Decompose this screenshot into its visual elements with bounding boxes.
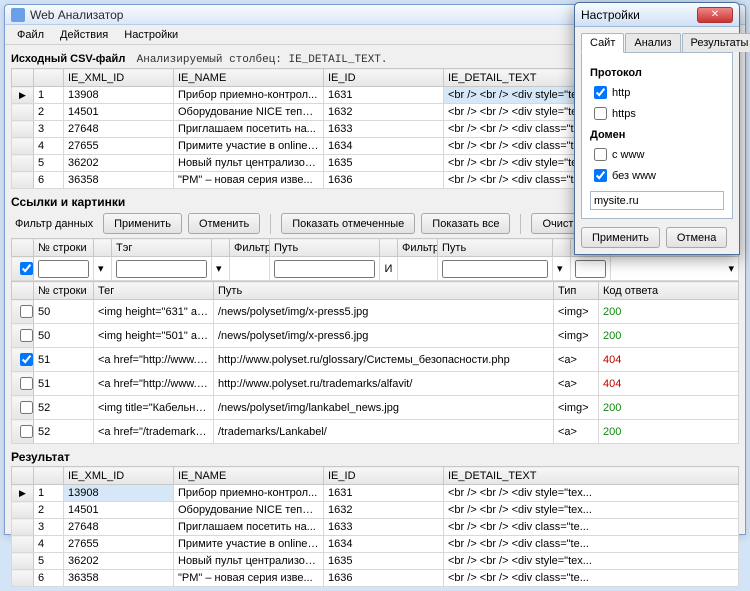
- table-row[interactable]: 52<a href="/trademarks/Lank.../trademark…: [12, 420, 739, 444]
- dialog-titlebar[interactable]: Настройки ✕: [575, 3, 739, 27]
- row-pointer-icon: ▶: [19, 90, 26, 100]
- row-checkbox[interactable]: [20, 305, 33, 318]
- without-www-checkbox[interactable]: [594, 169, 607, 182]
- row-checkbox[interactable]: [20, 401, 33, 414]
- csv-subtitle: Анализируемый столбец: IE_DETAIL_TEXT.: [137, 54, 388, 66]
- fh-path2[interactable]: Путь: [438, 239, 553, 257]
- filter-all-checkbox[interactable]: [20, 262, 33, 275]
- show-all-button[interactable]: Показать все: [421, 213, 510, 234]
- fh-tag[interactable]: Тэг: [112, 239, 212, 257]
- domain-label: Домен: [590, 129, 724, 141]
- dd-icon[interactable]: ▾: [728, 262, 734, 275]
- filter-apply-button[interactable]: Применить: [103, 213, 182, 234]
- http-label: http: [612, 87, 630, 99]
- dialog-apply-button[interactable]: Применить: [581, 227, 660, 248]
- protocol-label: Протокол: [590, 67, 724, 79]
- filter-op[interactable]: И: [380, 257, 398, 281]
- table-row[interactable]: 214501Оборудование NICE тепер...1632<br …: [12, 502, 739, 519]
- row-pointer-icon: ▶: [19, 488, 26, 498]
- table-row[interactable]: 50<img height="631" alt="Ко.../news/poly…: [12, 300, 739, 324]
- dialog-title: Настройки: [581, 8, 697, 22]
- row-checkbox[interactable]: [20, 353, 33, 366]
- lh-row[interactable]: № строки: [34, 282, 94, 300]
- filter-path-input[interactable]: [274, 260, 375, 278]
- table-row[interactable]: 327648Приглашаем посетить на...1633<br /…: [12, 519, 739, 536]
- links-grid[interactable]: № строки Тег Путь Тип Код ответа 50<img …: [11, 281, 739, 444]
- result-section-title: Результат: [11, 450, 739, 464]
- without-www-label: без www: [612, 170, 656, 182]
- res-col-id[interactable]: IE_ID: [324, 467, 444, 485]
- fh-row[interactable]: № строки: [34, 239, 94, 257]
- table-row[interactable]: 51<a href="http://www.polyset...http://w…: [12, 348, 739, 372]
- dialog-tabs: Сайт Анализ Результаты: [581, 33, 733, 53]
- filter-type-input[interactable]: [575, 260, 606, 278]
- lh-code[interactable]: Код ответа: [599, 282, 739, 300]
- dd-icon[interactable]: ▾: [212, 257, 230, 281]
- app-title: Web Анализатор: [30, 8, 123, 22]
- dd-icon[interactable]: ▾: [553, 257, 571, 281]
- table-row[interactable]: 636358"PM" – новая серия изве...1636<br …: [12, 570, 739, 587]
- with-www-label: с www: [612, 149, 644, 161]
- filter-tag-input[interactable]: [116, 260, 207, 278]
- lh-path[interactable]: Путь: [214, 282, 554, 300]
- row-checkbox[interactable]: [20, 329, 33, 342]
- res-col-detail[interactable]: IE_DETAIL_TEXT: [444, 467, 739, 485]
- show-marked-button[interactable]: Показать отмеченные: [281, 213, 415, 234]
- tab-analysis[interactable]: Анализ: [625, 33, 680, 52]
- row-checkbox[interactable]: [20, 377, 33, 390]
- filter-path2-input[interactable]: [442, 260, 548, 278]
- dialog-cancel-button[interactable]: Отмена: [666, 227, 727, 248]
- filter-label: Фильтр данных: [11, 218, 97, 230]
- table-row[interactable]: 536202Новый пульт централизов...1635<br …: [12, 553, 739, 570]
- table-row[interactable]: 51<a href="http://www.polyset...http://w…: [12, 372, 739, 396]
- menu-actions[interactable]: Действия: [52, 27, 116, 43]
- tab-results[interactable]: Результаты: [682, 33, 750, 52]
- table-row[interactable]: 52<img title="Кабельная про.../news/poly…: [12, 396, 739, 420]
- settings-dialog[interactable]: Настройки ✕ Сайт Анализ Результаты Прото…: [574, 2, 740, 255]
- csv-col-name[interactable]: IE_NAME: [174, 69, 324, 87]
- csv-col-id[interactable]: IE_ID: [324, 69, 444, 87]
- domain-input[interactable]: [590, 191, 724, 210]
- lh-tag[interactable]: Тег: [94, 282, 214, 300]
- lh-type[interactable]: Тип: [554, 282, 599, 300]
- http-checkbox[interactable]: [594, 86, 607, 99]
- https-label: https: [612, 108, 636, 120]
- fh-fpath[interactable]: Фильтр пути: [230, 239, 270, 257]
- csv-col-xmlid[interactable]: IE_XML_ID: [64, 69, 174, 87]
- menu-file[interactable]: Файл: [9, 27, 52, 43]
- close-icon[interactable]: ✕: [697, 7, 733, 23]
- res-col-xmlid[interactable]: IE_XML_ID: [64, 467, 174, 485]
- dd-icon[interactable]: ▾: [94, 257, 112, 281]
- res-col-name[interactable]: IE_NAME: [174, 467, 324, 485]
- fh-fpath2[interactable]: Фильтр пути: [398, 239, 438, 257]
- row-checkbox[interactable]: [20, 425, 33, 438]
- result-grid[interactable]: IE_XML_ID IE_NAME IE_ID IE_DETAIL_TEXT ▶…: [11, 466, 739, 587]
- table-row[interactable]: 50<img height="501" alt="Ко.../news/poly…: [12, 324, 739, 348]
- table-row[interactable]: 427655Примите участие в online-...1634<b…: [12, 536, 739, 553]
- menu-settings[interactable]: Настройки: [116, 27, 186, 43]
- table-row[interactable]: ▶113908Прибор приемно-контрол...1631<br …: [12, 485, 739, 502]
- app-icon: [11, 8, 25, 22]
- csv-title-text: Исходный CSV-файл: [11, 53, 125, 65]
- filter-row-input[interactable]: [38, 260, 89, 278]
- fh-path[interactable]: Путь: [270, 239, 380, 257]
- tab-site[interactable]: Сайт: [581, 33, 624, 53]
- filter-cancel-button[interactable]: Отменить: [188, 213, 260, 234]
- https-checkbox[interactable]: [594, 107, 607, 120]
- tab-content: Протокол http https Домен с www без www: [581, 53, 733, 219]
- with-www-checkbox[interactable]: [594, 148, 607, 161]
